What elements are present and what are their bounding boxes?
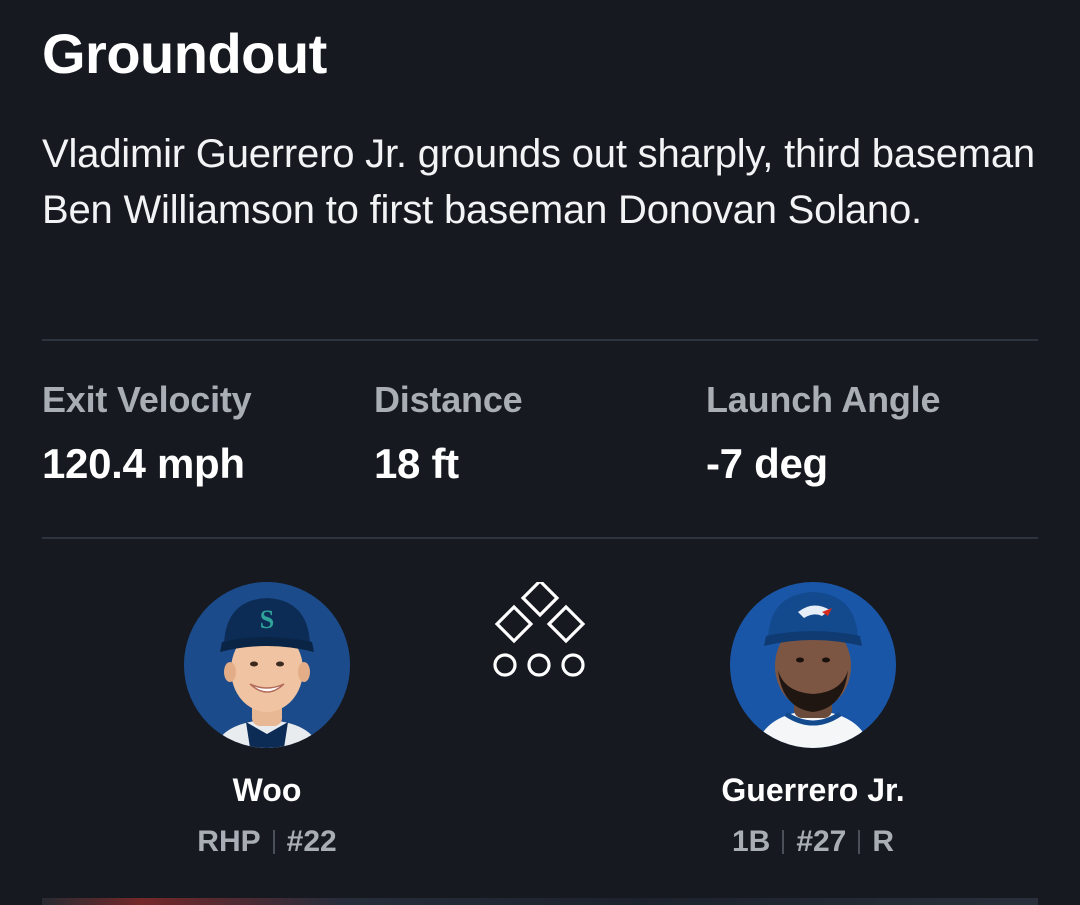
- pitcher-name: Woo: [232, 772, 302, 808]
- cap-logo: S: [260, 605, 274, 634]
- meta-separator: [782, 830, 785, 854]
- blue-jays-player-headshot-icon: [730, 582, 896, 748]
- stat-label: Distance: [374, 379, 523, 420]
- meta-separator: [858, 830, 861, 854]
- play-detail-card: Groundout Vladimir Guerrero Jr. grounds …: [0, 0, 1080, 905]
- next-card-peek: [42, 898, 1038, 905]
- pitcher-card[interactable]: S Woo RHP #22: [117, 582, 417, 862]
- meta-separator: [272, 830, 275, 854]
- stat-value: 120.4 mph: [42, 440, 245, 487]
- pitcher-meta: RHP #22: [117, 822, 417, 862]
- outs-indicator-icon: [493, 653, 585, 677]
- batter-name: Guerrero Jr.: [721, 772, 905, 808]
- stat-value: -7 deg: [706, 440, 828, 487]
- pitcher-number: #22: [286, 825, 337, 858]
- stat-launch-angle: Launch Angle -7 deg: [706, 376, 1026, 492]
- pitcher-avatar[interactable]: S: [184, 582, 350, 748]
- play-title: Groundout: [42, 22, 327, 85]
- batter-handedness: R: [872, 825, 895, 858]
- play-description: Vladimir Guerrero Jr. grounds out sharpl…: [42, 132, 1035, 232]
- stat-label: Exit Velocity: [42, 379, 252, 420]
- batter-meta: 1B #27 R: [663, 822, 963, 862]
- divider: [42, 537, 1038, 539]
- batter-avatar[interactable]: [730, 582, 896, 748]
- batter-position: 1B: [731, 825, 771, 858]
- game-state-indicator: [490, 578, 590, 682]
- pitcher-position: RHP: [197, 825, 261, 858]
- stat-value: 18 ft: [374, 440, 459, 487]
- divider: [42, 339, 1038, 341]
- batter-number: #27: [796, 825, 847, 858]
- stat-exit-velocity: Exit Velocity 120.4 mph: [42, 376, 362, 492]
- batter-card[interactable]: Guerrero Jr. 1B #27 R: [663, 582, 963, 862]
- stat-label: Launch Angle: [706, 379, 941, 420]
- mariners-player-headshot-icon: S: [184, 582, 350, 748]
- stat-distance: Distance 18 ft: [374, 376, 694, 492]
